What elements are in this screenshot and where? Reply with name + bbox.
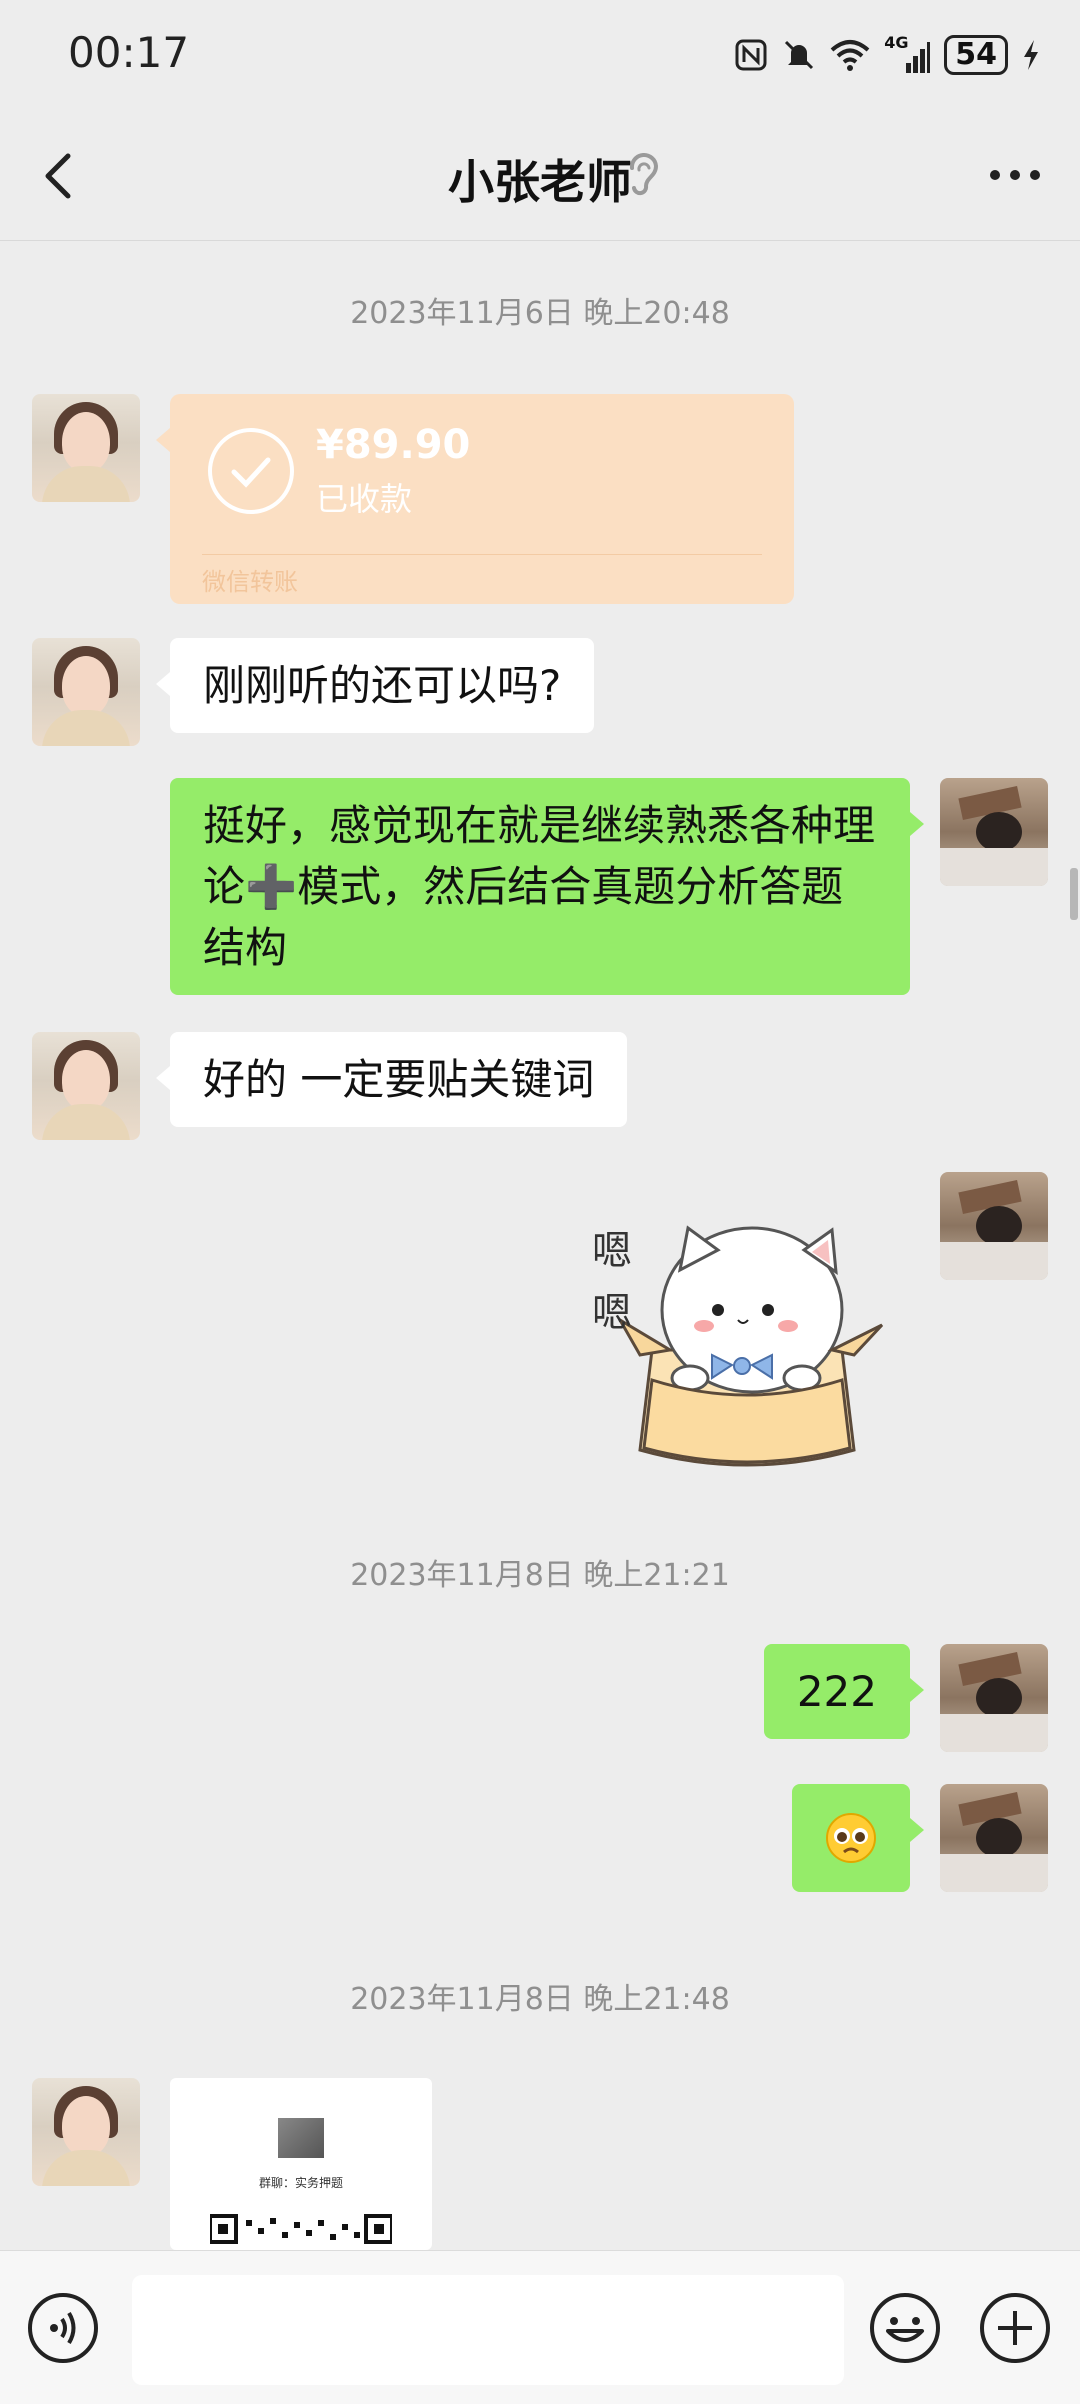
signal-icon: 4G <box>884 33 931 73</box>
clock: 00:17 <box>68 28 190 77</box>
network-type: 4G <box>884 33 909 52</box>
group-name: 群聊：实务押题 <box>258 2176 343 2190</box>
mute-icon <box>785 40 814 70</box>
chat-header: 小张老师 <box>0 110 1080 241</box>
plus-icon[interactable] <box>980 2293 1050 2363</box>
nfc-icon <box>735 39 767 71</box>
avatar-self[interactable] <box>940 1784 1048 1892</box>
group-qr-card[interactable]: 群聊：实务押题 <box>170 2078 432 2250</box>
input-bar <box>0 2250 1080 2404</box>
sticker-text: 嗯 嗯 <box>592 1228 632 1336</box>
emoji-face-icon[interactable] <box>870 2293 940 2363</box>
message-input[interactable] <box>132 2275 844 2385</box>
message-bubble[interactable]: 222 <box>763 1644 925 1739</box>
qr-code-icon <box>210 2214 392 2244</box>
transfer-amount: ¥89.90 <box>316 422 471 468</box>
avatar-teacher[interactable] <box>32 638 140 746</box>
status-icons: 4G 54 <box>734 30 1040 80</box>
transfer-status: 已收款 <box>316 480 413 518</box>
chat-title[interactable]: 小张老师 <box>0 146 1080 212</box>
battery-icon: 54 <box>944 35 1008 75</box>
timestamp: 2023年11月6日 晚上20:48 <box>350 296 730 331</box>
avatar-teacher[interactable] <box>32 394 140 502</box>
scrollbar[interactable] <box>1070 868 1078 920</box>
more-dots-icon[interactable] <box>990 170 1040 180</box>
check-circle-icon <box>208 428 294 514</box>
wifi-icon <box>830 40 870 71</box>
group-avatar <box>278 2118 324 2158</box>
transfer-label: 微信转账 <box>202 568 298 596</box>
avatar-self[interactable] <box>940 1644 1048 1752</box>
status-bar: 00:17 4G 54 <box>0 0 1080 110</box>
message-bubble[interactable]: 刚刚听的还可以吗? <box>155 638 595 733</box>
message-bubble[interactable]: 挺好，感觉现在就是继续熟悉各种理论➕模式，然后结合真题分析答题结构 <box>170 778 924 995</box>
charging-icon <box>1024 40 1038 70</box>
voice-icon[interactable] <box>28 2293 98 2363</box>
avatar-self[interactable] <box>940 778 1048 886</box>
cat-sticker[interactable]: 嗯 嗯 <box>592 1180 902 1490</box>
message-bubble[interactable]: 好的 一定要贴关键词 <box>155 1032 628 1127</box>
timestamp: 2023年11月8日 晚上21:48 <box>350 1982 730 2017</box>
timestamp: 2023年11月8日 晚上21:21 <box>350 1558 730 1593</box>
pleading-face-icon <box>826 1813 876 1863</box>
divider <box>202 554 762 555</box>
ear-icon <box>629 153 659 196</box>
avatar-self[interactable] <box>940 1172 1048 1280</box>
emoji-message[interactable] <box>792 1784 924 1892</box>
avatar-teacher[interactable] <box>32 2078 140 2186</box>
transfer-card[interactable]: ¥89.90 已收款 微信转账 <box>156 394 794 604</box>
avatar-teacher[interactable] <box>32 1032 140 1140</box>
